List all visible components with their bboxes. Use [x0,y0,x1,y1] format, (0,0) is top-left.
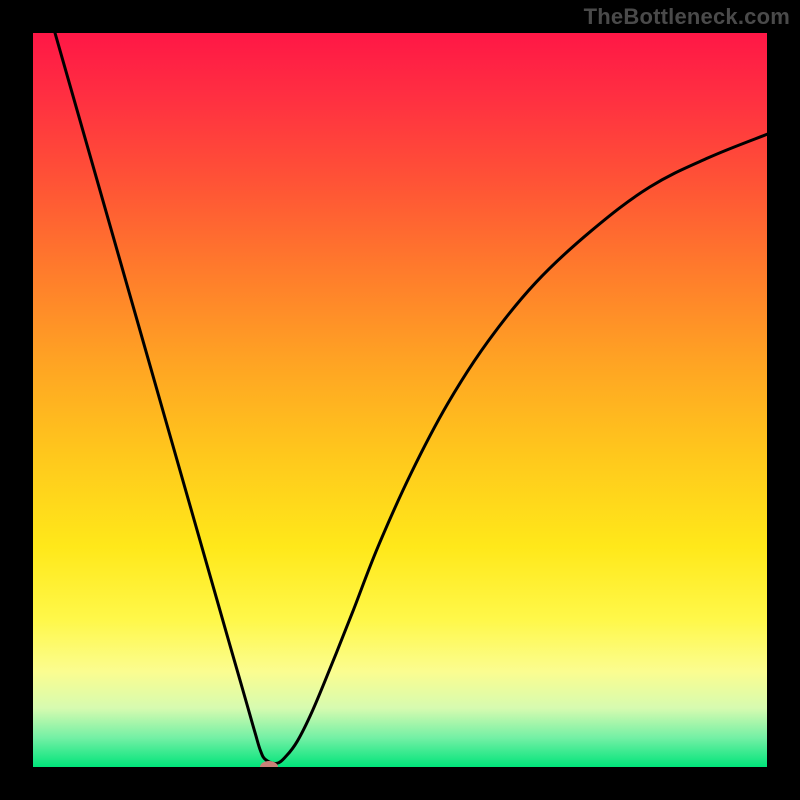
plot-area [33,33,767,767]
bottleneck-curve [33,33,767,767]
chart-frame: TheBottleneck.com [0,0,800,800]
attribution-watermark: TheBottleneck.com [584,4,790,30]
